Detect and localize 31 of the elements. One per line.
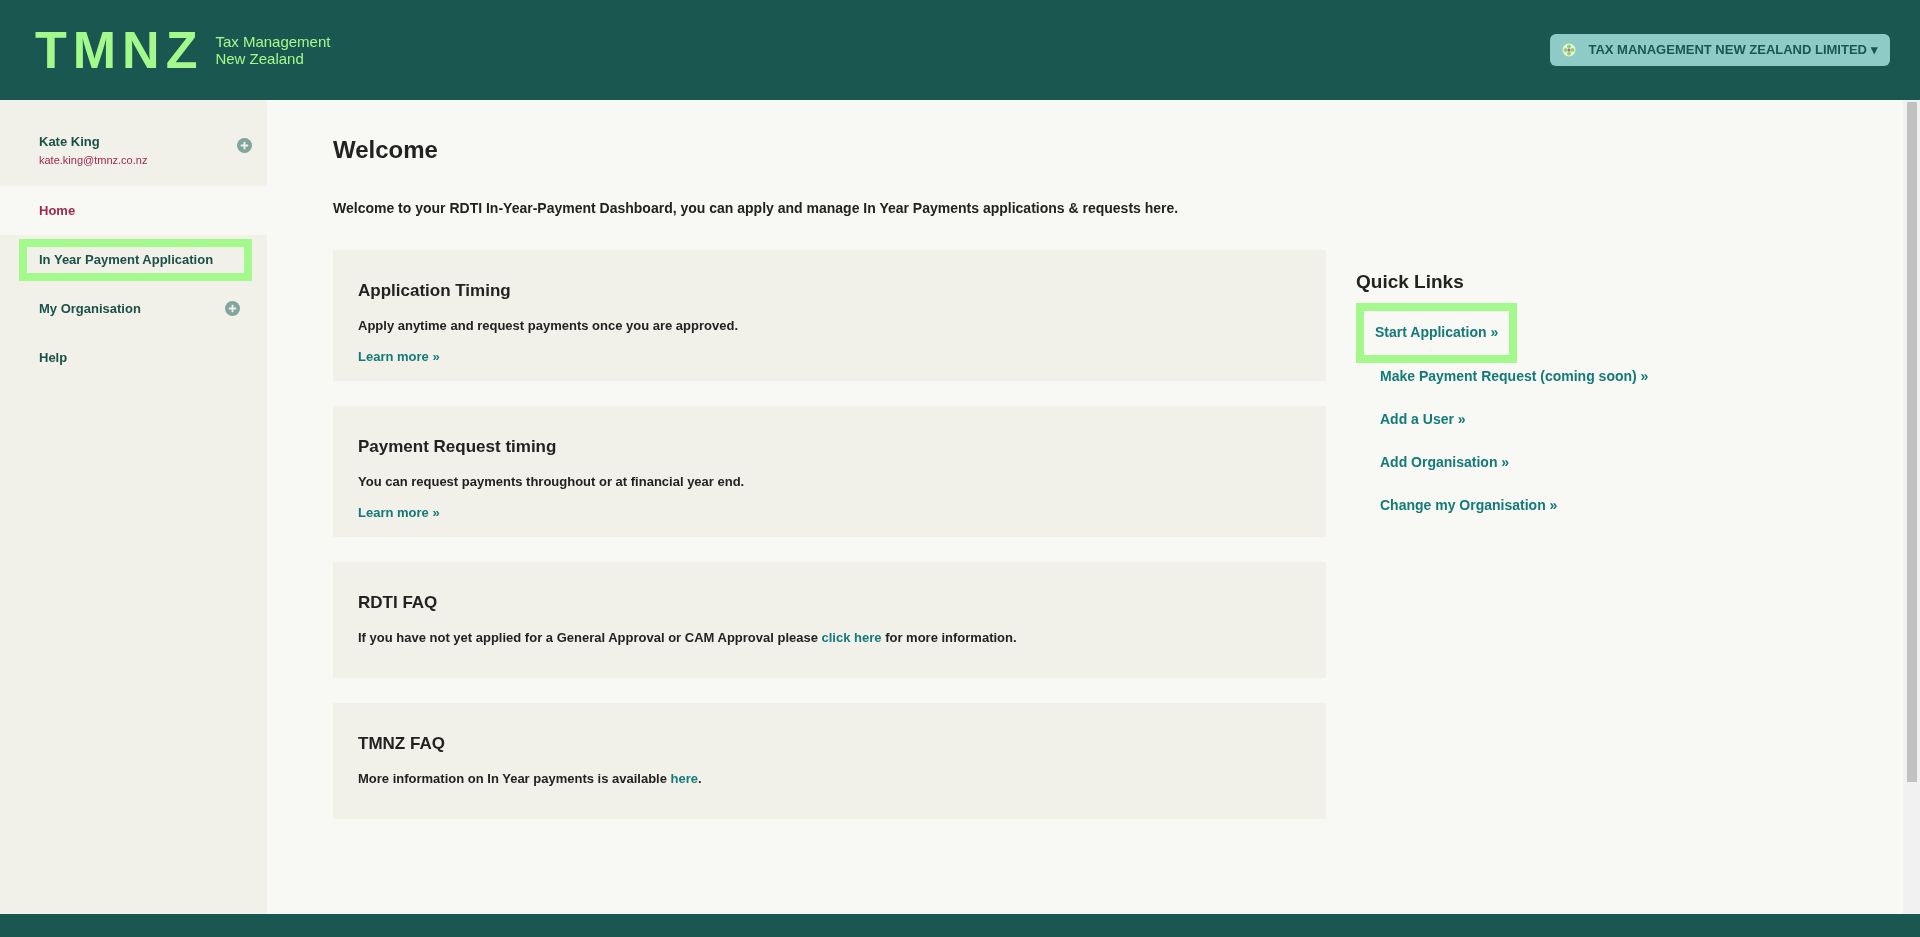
learn-more-link[interactable]: Learn more » — [358, 347, 440, 367]
quick-links-title: Quick Links — [1356, 270, 1465, 294]
card-text: Apply anytime and request payments once you are approved. — [358, 316, 739, 335]
page-title: Welcome — [333, 135, 439, 165]
inline-link[interactable]: click here — [821, 629, 882, 645]
sidebar-link[interactable]: In Year Payment Application — [19, 238, 252, 281]
user-name: Kate King — [39, 133, 101, 151]
plus-circle-icon[interactable] — [225, 301, 240, 316]
plus-circle-icon[interactable] — [237, 138, 252, 153]
card-title: Application Timing — [358, 280, 512, 302]
sidebar-link[interactable]: My Organisation — [19, 287, 252, 330]
quick-link[interactable]: Change my Organisation » — [1356, 491, 1582, 519]
intro-text: Welcome to your RDTI In-Year-Payment Dashboard, you can apply and manage In Year Payments applications & requests here. — [333, 199, 1180, 218]
card-text: If you have not yet applied for a General Approval or CAM Approval please click here for more information. — [358, 628, 1018, 647]
learn-more-link[interactable]: Learn more » — [358, 503, 440, 523]
quick-link[interactable]: Add a User » — [1356, 405, 1490, 433]
card-title: Payment Request timing — [358, 436, 558, 458]
quick-link[interactable]: Make Payment Request (coming soon) » — [1356, 362, 1673, 390]
quick-link[interactable]: Start Application » — [1356, 302, 1518, 363]
card-text: More information on In Year payments is available here. — [358, 769, 703, 788]
card-text: You can request payments throughout or at financial year end. — [358, 472, 746, 491]
quick-link[interactable]: Add Organisation » — [1356, 448, 1534, 476]
card-title: RDTI FAQ — [358, 592, 439, 614]
flower-icon — [1562, 43, 1577, 57]
user-email: kate.king@tmnz.co.nz — [39, 152, 148, 168]
logo[interactable]: TMNZ — [35, 24, 204, 76]
sidebar-link[interactable]: Help — [19, 336, 252, 379]
organisation-dropdown[interactable]: TAX MANAGEMENT NEW ZEALAND LIMITED ▾ — [1550, 34, 1890, 66]
scrollbar[interactable] — [1903, 100, 1920, 914]
logo-tagline: Tax Management New Zealand — [215, 33, 331, 67]
card-title: TMNZ FAQ — [358, 733, 446, 755]
